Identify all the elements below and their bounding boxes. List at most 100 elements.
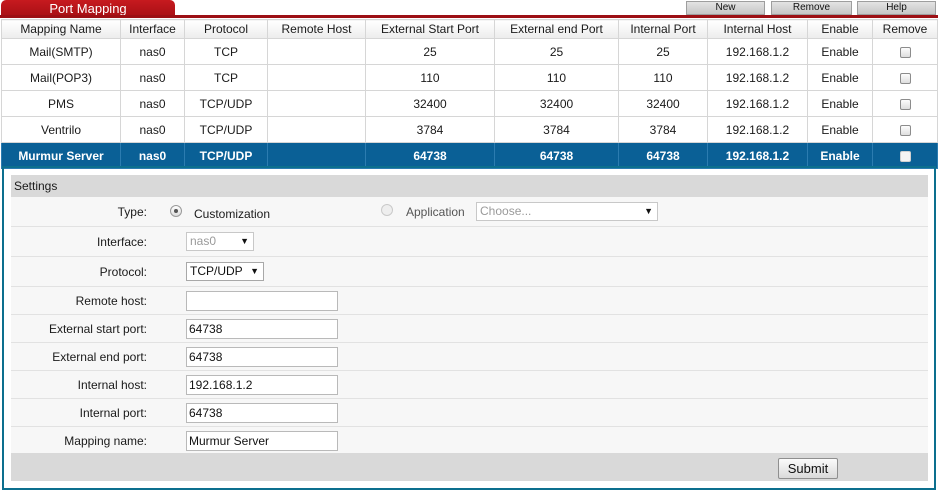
cell-interface: nas0 <box>120 142 185 169</box>
protocol-row: Protocol: TCP/UDP ▼ <box>11 257 928 287</box>
table-row[interactable]: PMS nas0 TCP/UDP 32400 32400 32400 192.1… <box>1 90 938 117</box>
cell-internal-host: 192.168.1.2 <box>707 38 808 65</box>
cell-protocol: TCP/UDP <box>184 116 268 143</box>
cell-remote-host <box>267 116 366 143</box>
cell-remove <box>872 142 938 169</box>
column-header-internal-port[interactable]: Internal Port <box>618 19 708 39</box>
external-start-port-input[interactable]: 64738 <box>186 319 338 339</box>
remote-host-input[interactable] <box>186 291 338 311</box>
remove-button[interactable]: Remove <box>771 1 852 15</box>
internal-port-input[interactable]: 64738 <box>186 403 338 423</box>
cell-interface: nas0 <box>120 38 185 65</box>
chevron-down-icon: ▼ <box>240 236 249 246</box>
remove-checkbox[interactable] <box>899 98 911 110</box>
interface-label: Interface: <box>96 235 147 249</box>
port-mapping-table: Mapping Name Interface Protocol Remote H… <box>1 19 938 169</box>
cell-protocol: TCP <box>184 64 268 91</box>
settings-title: Settings <box>11 175 928 197</box>
remove-checkbox[interactable] <box>899 150 911 162</box>
cell-mapping-name: Mail(POP3) <box>1 64 121 91</box>
cell-protocol: TCP <box>184 38 268 65</box>
protocol-select-value: TCP/UDP <box>190 264 243 278</box>
interface-select[interactable]: nas0 ▼ <box>186 232 254 251</box>
column-header-mapping-name[interactable]: Mapping Name <box>1 19 121 39</box>
table-row[interactable]: Mail(SMTP) nas0 TCP 25 25 25 192.168.1.2… <box>1 38 938 65</box>
cell-protocol: TCP/UDP <box>184 142 268 169</box>
column-header-remove[interactable]: Remove <box>872 19 938 39</box>
internal-host-row: Internal host: 192.168.1.2 <box>11 371 928 399</box>
cell-external-start-port: 110 <box>365 64 495 91</box>
column-header-internal-host[interactable]: Internal Host <box>707 19 808 39</box>
cell-external-start-port: 3784 <box>365 116 495 143</box>
remove-checkbox[interactable] <box>899 72 911 84</box>
cell-remote-host <box>267 90 366 117</box>
cell-interface: nas0 <box>120 64 185 91</box>
remove-checkbox[interactable] <box>899 124 911 136</box>
cell-internal-port: 64738 <box>618 142 708 169</box>
application-select[interactable]: Choose... ▼ <box>476 202 658 221</box>
cell-remove <box>872 64 938 91</box>
table-row-selected[interactable]: Murmur Server nas0 TCP/UDP 64738 64738 6… <box>1 142 938 169</box>
application-select-value: Choose... <box>480 204 532 218</box>
cell-external-end-port: 64738 <box>494 142 619 169</box>
table-row[interactable]: Ventrilo nas0 TCP/UDP 3784 3784 3784 192… <box>1 116 938 143</box>
external-end-port-row: External end port: 64738 <box>11 343 928 371</box>
cell-protocol: TCP/UDP <box>184 90 268 117</box>
cell-remove <box>872 90 938 117</box>
cell-remote-host <box>267 142 366 169</box>
cell-remove <box>872 38 938 65</box>
application-label[interactable]: Application <box>406 205 465 219</box>
customization-label[interactable]: Customization <box>194 207 270 221</box>
cell-external-end-port: 25 <box>494 38 619 65</box>
cell-interface: nas0 <box>120 116 185 143</box>
cell-enable: Enable <box>807 116 873 143</box>
cell-internal-port: 110 <box>618 64 708 91</box>
cell-internal-port: 3784 <box>618 116 708 143</box>
remote-host-label: Remote host: <box>75 294 147 308</box>
cell-mapping-name: Murmur Server <box>1 142 121 169</box>
cell-internal-port: 25 <box>618 38 708 65</box>
external-end-port-input[interactable]: 64738 <box>186 347 338 367</box>
column-header-enable[interactable]: Enable <box>807 19 873 39</box>
column-header-protocol[interactable]: Protocol <box>184 19 268 39</box>
cell-internal-host: 192.168.1.2 <box>707 90 808 117</box>
internal-port-row: Internal port: 64738 <box>11 399 928 427</box>
settings-footer: Submit <box>11 453 928 481</box>
chevron-down-icon: ▼ <box>644 206 653 216</box>
cell-internal-host: 192.168.1.2 <box>707 116 808 143</box>
internal-host-input[interactable]: 192.168.1.2 <box>186 375 338 395</box>
external-end-port-label: External end port: <box>52 350 147 364</box>
help-button[interactable]: Help <box>857 1 936 15</box>
application-radio[interactable] <box>381 204 393 216</box>
cell-external-end-port: 110 <box>494 64 619 91</box>
external-start-port-label: External start port: <box>48 322 147 336</box>
protocol-select[interactable]: TCP/UDP ▼ <box>186 262 264 281</box>
cell-enable: Enable <box>807 38 873 65</box>
new-button[interactable]: New <box>686 1 765 15</box>
remote-host-row: Remote host: <box>11 287 928 315</box>
title-divider <box>0 15 938 18</box>
cell-interface: nas0 <box>120 90 185 117</box>
cell-external-start-port: 32400 <box>365 90 495 117</box>
cell-enable: Enable <box>807 142 873 169</box>
table-row[interactable]: Mail(POP3) nas0 TCP 110 110 110 192.168.… <box>1 64 938 91</box>
remove-checkbox[interactable] <box>899 46 911 58</box>
chevron-down-icon: ▼ <box>250 266 259 276</box>
column-header-interface[interactable]: Interface <box>120 19 185 39</box>
cell-mapping-name: Ventrilo <box>1 116 121 143</box>
column-header-external-start-port[interactable]: External Start Port <box>365 19 495 39</box>
mapping-name-input[interactable]: Murmur Server <box>186 431 338 451</box>
top-bar: Port Mapping New Remove Help <box>0 0 938 19</box>
settings-panel-border: Settings Type: Customization Application… <box>2 166 936 490</box>
cell-mapping-name: Mail(SMTP) <box>1 38 121 65</box>
mapping-name-label: Mapping name: <box>64 434 147 448</box>
column-header-remote-host[interactable]: Remote Host <box>267 19 366 39</box>
cell-remote-host <box>267 38 366 65</box>
cell-external-start-port: 25 <box>365 38 495 65</box>
external-start-port-row: External start port: 64738 <box>11 315 928 343</box>
customization-radio[interactable] <box>170 205 182 217</box>
interface-select-value: nas0 <box>190 234 217 248</box>
column-header-external-end-port[interactable]: External end Port <box>494 19 619 39</box>
submit-button[interactable]: Submit <box>778 458 838 479</box>
cell-mapping-name: PMS <box>1 90 121 117</box>
